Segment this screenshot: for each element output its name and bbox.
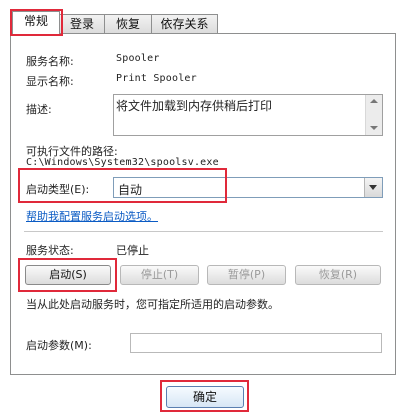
dropdown-button[interactable] <box>364 178 382 197</box>
ok-button[interactable]: 确定 <box>166 386 244 408</box>
divider <box>24 231 383 232</box>
description-box[interactable]: 将文件加载到内存供稍后打印 <box>113 94 383 136</box>
tab-logon[interactable]: 登录 <box>59 14 105 33</box>
exe-path-value: C:\Windows\System32\spoolsv.exe <box>26 157 219 168</box>
startup-type-label: 启动类型(E): <box>26 183 90 196</box>
description-text: 将文件加载到内存供稍后打印 <box>116 99 273 113</box>
display-name-label: 显示名称: <box>26 75 74 88</box>
help-configure-link[interactable]: 帮助我配置服务启动选项。 <box>26 208 158 224</box>
service-name-label: 服务名称: <box>26 55 74 68</box>
start-params-input[interactable] <box>130 333 382 353</box>
service-status-label: 服务状态: <box>26 244 74 257</box>
tab-general[interactable]: 常规 <box>12 11 60 34</box>
resume-button[interactable]: 恢复(R) <box>295 265 381 285</box>
service-name-value: Spooler <box>116 53 160 64</box>
scroll-up-icon[interactable] <box>370 99 378 103</box>
tab-dependencies[interactable]: 依存关系 <box>151 14 218 33</box>
scroll-down-icon[interactable] <box>370 126 378 130</box>
description-scrollbar[interactable] <box>365 95 382 135</box>
tab-recovery[interactable]: 恢复 <box>104 14 152 33</box>
start-button[interactable]: 启动(S) <box>25 265 111 285</box>
startup-type-select[interactable]: 自动 <box>113 177 383 198</box>
pause-button[interactable]: 暂停(P) <box>207 265 286 285</box>
start-params-label: 启动参数(M): <box>26 339 92 352</box>
display-name-value: Print Spooler <box>116 73 197 84</box>
startup-type-value: 自动 <box>118 183 143 197</box>
start-params-hint: 当从此处启动服务时，您可指定所适用的启动参数。 <box>26 298 279 311</box>
stop-button[interactable]: 停止(T) <box>120 265 199 285</box>
chevron-down-icon <box>369 185 377 190</box>
service-status-value: 已停止 <box>116 244 149 257</box>
description-label: 描述: <box>26 103 52 116</box>
